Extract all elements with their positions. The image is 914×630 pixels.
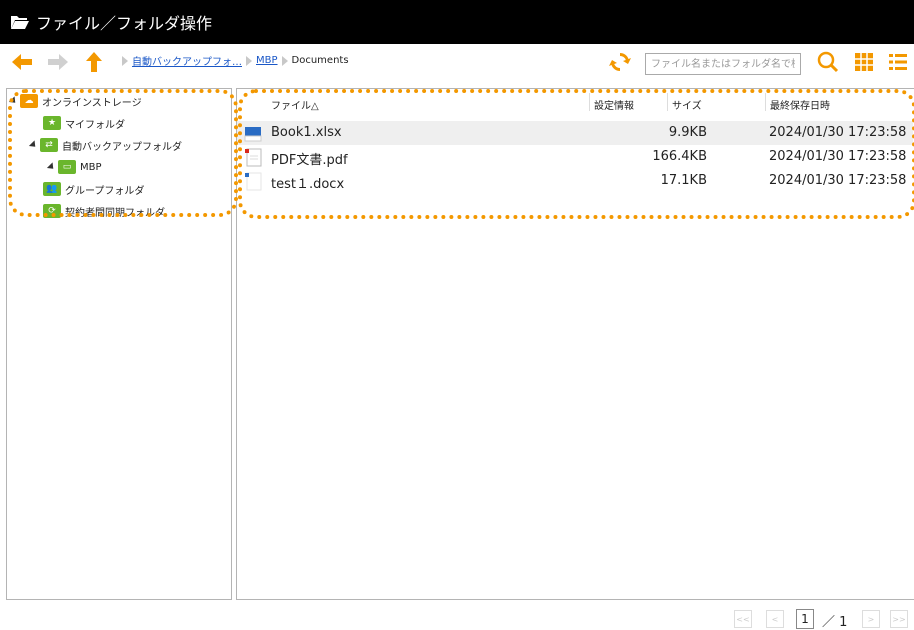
list-icon (888, 52, 908, 76)
chevron-right-icon (122, 55, 128, 66)
forward-button[interactable] (46, 52, 70, 76)
search-icon (817, 51, 839, 77)
chevron-right-icon (281, 55, 288, 66)
refresh-icon (609, 51, 631, 77)
up-folder-button[interactable] (82, 52, 106, 76)
breadcrumb-item-mbp[interactable]: MBP (256, 55, 278, 66)
folder-open-icon (10, 14, 30, 30)
back-button[interactable] (10, 52, 34, 76)
window-title: ファイル／フォルダ操作 (36, 14, 213, 33)
title-bar: ファイル／フォルダ操作 (0, 0, 914, 44)
arrow-up-icon (85, 51, 103, 77)
first-page-button[interactable]: << (734, 610, 752, 628)
arrow-left-icon (11, 53, 33, 75)
last-page-button[interactable]: >> (890, 610, 908, 628)
breadcrumb-item-documents: Documents (291, 55, 349, 66)
prev-page-button[interactable]: < (766, 610, 784, 628)
grid-icon (854, 52, 874, 76)
chevron-right-icon (246, 55, 252, 66)
highlight-frame-files (238, 89, 914, 219)
arrow-right-icon (47, 53, 69, 75)
search-input[interactable] (645, 53, 801, 75)
page-number-input[interactable]: 1 (796, 609, 814, 629)
refresh-button[interactable] (608, 52, 632, 76)
highlight-frame-tree (8, 89, 238, 217)
toolbar: 自動バックアップフォ… MBP Documents (0, 44, 914, 84)
page-total: ／ 1 (822, 615, 848, 630)
breadcrumb-item-auto-backup[interactable]: 自動バックアップフォ… (132, 53, 242, 68)
list-view-button[interactable] (886, 52, 910, 76)
search-button[interactable] (816, 51, 840, 77)
grid-view-button[interactable] (852, 52, 876, 76)
next-page-button[interactable]: > (862, 610, 880, 628)
breadcrumb: 自動バックアップフォ… MBP Documents (118, 53, 349, 68)
